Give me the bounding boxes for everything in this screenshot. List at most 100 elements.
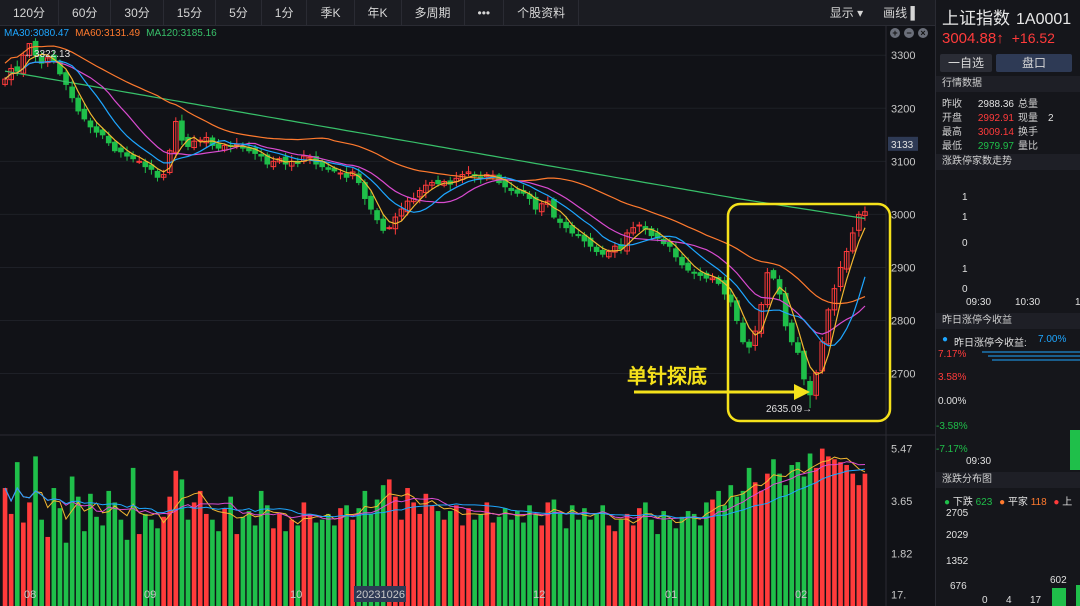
yesterday-y-label: -7.17% (936, 444, 968, 455)
panel-tabs: 一自选 盘口 (940, 54, 1073, 72)
candle-body (87, 120, 94, 128)
limit-y-label: 1 (962, 192, 968, 203)
volume-bar (826, 456, 831, 606)
volume-bar (588, 519, 593, 606)
period-60min-button[interactable]: 60分 (59, 0, 112, 26)
volume-bar (2, 488, 8, 606)
limit-y-label: 1 (962, 212, 968, 223)
volume-bar (478, 513, 484, 606)
dist-bar (1052, 588, 1066, 606)
candle-body (636, 224, 643, 227)
volume-bar (679, 516, 685, 606)
limit-y-label: 1 (962, 264, 968, 275)
volume-bar (527, 505, 532, 606)
volume-bar (569, 505, 575, 606)
candle-body (557, 218, 563, 223)
current-price-tag: 3133 (891, 140, 914, 151)
index-code: 1A0001 (1016, 11, 1072, 28)
volume-bar (94, 516, 99, 606)
draw-line-button[interactable]: 画线 ▌ (875, 0, 927, 26)
yesterday-y-label: 7.17% (938, 349, 967, 360)
period-15min-button[interactable]: 15分 (164, 0, 217, 26)
volume-bar (271, 528, 276, 606)
annotation-text: 单针探底 (627, 364, 707, 388)
volume-bar (557, 513, 563, 606)
volume-bar (45, 536, 51, 606)
candle-body (343, 173, 350, 178)
volume-bar (819, 448, 825, 606)
price-axis-label: 3100 (891, 156, 915, 168)
volume-bar (844, 465, 849, 606)
candle-body (142, 161, 149, 168)
time-axis-label: 10 (290, 589, 302, 601)
section-quote-data: 行情数据 (936, 76, 1080, 92)
candle-body (508, 187, 515, 192)
volume-bar (33, 456, 38, 606)
price-value: 3004.88 (942, 30, 997, 47)
index-name: 上证指数 (942, 9, 1010, 28)
dist-legend-value: 623 (975, 497, 993, 508)
volume-bar (417, 513, 423, 606)
volume-bar (252, 525, 258, 606)
annotations: ←3322.13 2635.09→ 单针探底 (24, 49, 892, 423)
volume-bar (283, 531, 288, 606)
candle-body (770, 270, 777, 279)
volume-axis-label: 3.65 (891, 496, 912, 508)
tab-quote[interactable]: 盘口 (996, 54, 1073, 72)
period-120min-button[interactable]: 120分 (0, 0, 60, 26)
volume-bar (466, 508, 471, 606)
display-menu-button[interactable]: 显示 ▾ (822, 0, 871, 26)
candle-body (93, 126, 100, 133)
volume-bar (807, 453, 813, 606)
candle-body (599, 249, 606, 255)
stock-profile-button[interactable]: 个股资料 (504, 0, 580, 26)
candle-body (374, 210, 380, 221)
tab-watchlist[interactable]: 一自选 (940, 54, 993, 72)
period-year-button[interactable]: 年K (355, 0, 402, 26)
volume-bar (82, 531, 87, 606)
volume-bar (838, 462, 843, 606)
volume-bar (307, 513, 313, 606)
volume-bar (51, 488, 57, 606)
multi-period-button[interactable]: 多周期 (402, 0, 465, 26)
volume-bar (191, 502, 197, 606)
candle-body (795, 342, 801, 353)
dist-y-label: 676 (950, 581, 967, 592)
volume-bar (508, 519, 514, 606)
ma120-line (4, 70, 866, 220)
candle-body (112, 141, 118, 152)
dist-legend-label: 上 (1062, 497, 1073, 508)
period-1min-button[interactable]: 1分 (262, 0, 308, 26)
volume-bar (582, 508, 587, 606)
dist-bar (1076, 585, 1080, 606)
volume-bar (502, 508, 508, 606)
candle-body (154, 170, 161, 178)
volume-bar (777, 473, 782, 606)
candle-body (563, 221, 569, 229)
quote-label: 开盘 (942, 113, 962, 124)
period-30min-button[interactable]: 30分 (111, 0, 164, 26)
volume-bar (14, 462, 20, 606)
volume-bar (612, 531, 618, 606)
volume-bar (39, 519, 44, 606)
quote-row: 最低 2979.97 量比 (942, 137, 1038, 152)
volume-bar (606, 525, 612, 606)
volume-bar (563, 528, 569, 606)
volume-bar (75, 496, 81, 606)
candle-body (124, 152, 130, 157)
draw-line-label: 画线 (883, 6, 908, 20)
more-menu-button[interactable]: ••• (465, 0, 505, 26)
limit-x-label: 10:30 (1015, 297, 1041, 308)
quote-value: 2979.97 (977, 141, 1014, 152)
kline-chart[interactable]: 3300 3200 3100 3000 2900 2800 2700 3133 5.47 3.65… (0, 26, 935, 606)
volume-bar (313, 522, 319, 606)
candle-body (673, 248, 679, 258)
yesterday-mini-lines (982, 351, 1080, 361)
volume-bar (435, 511, 441, 606)
period-quarter-button[interactable]: 季K (307, 0, 355, 26)
period-5min-button[interactable]: 5分 (216, 0, 262, 26)
volume-bar (575, 519, 581, 606)
legend-dot-icon: ● (1053, 497, 1060, 508)
volume-bar (246, 511, 252, 606)
candle-body (69, 86, 75, 99)
